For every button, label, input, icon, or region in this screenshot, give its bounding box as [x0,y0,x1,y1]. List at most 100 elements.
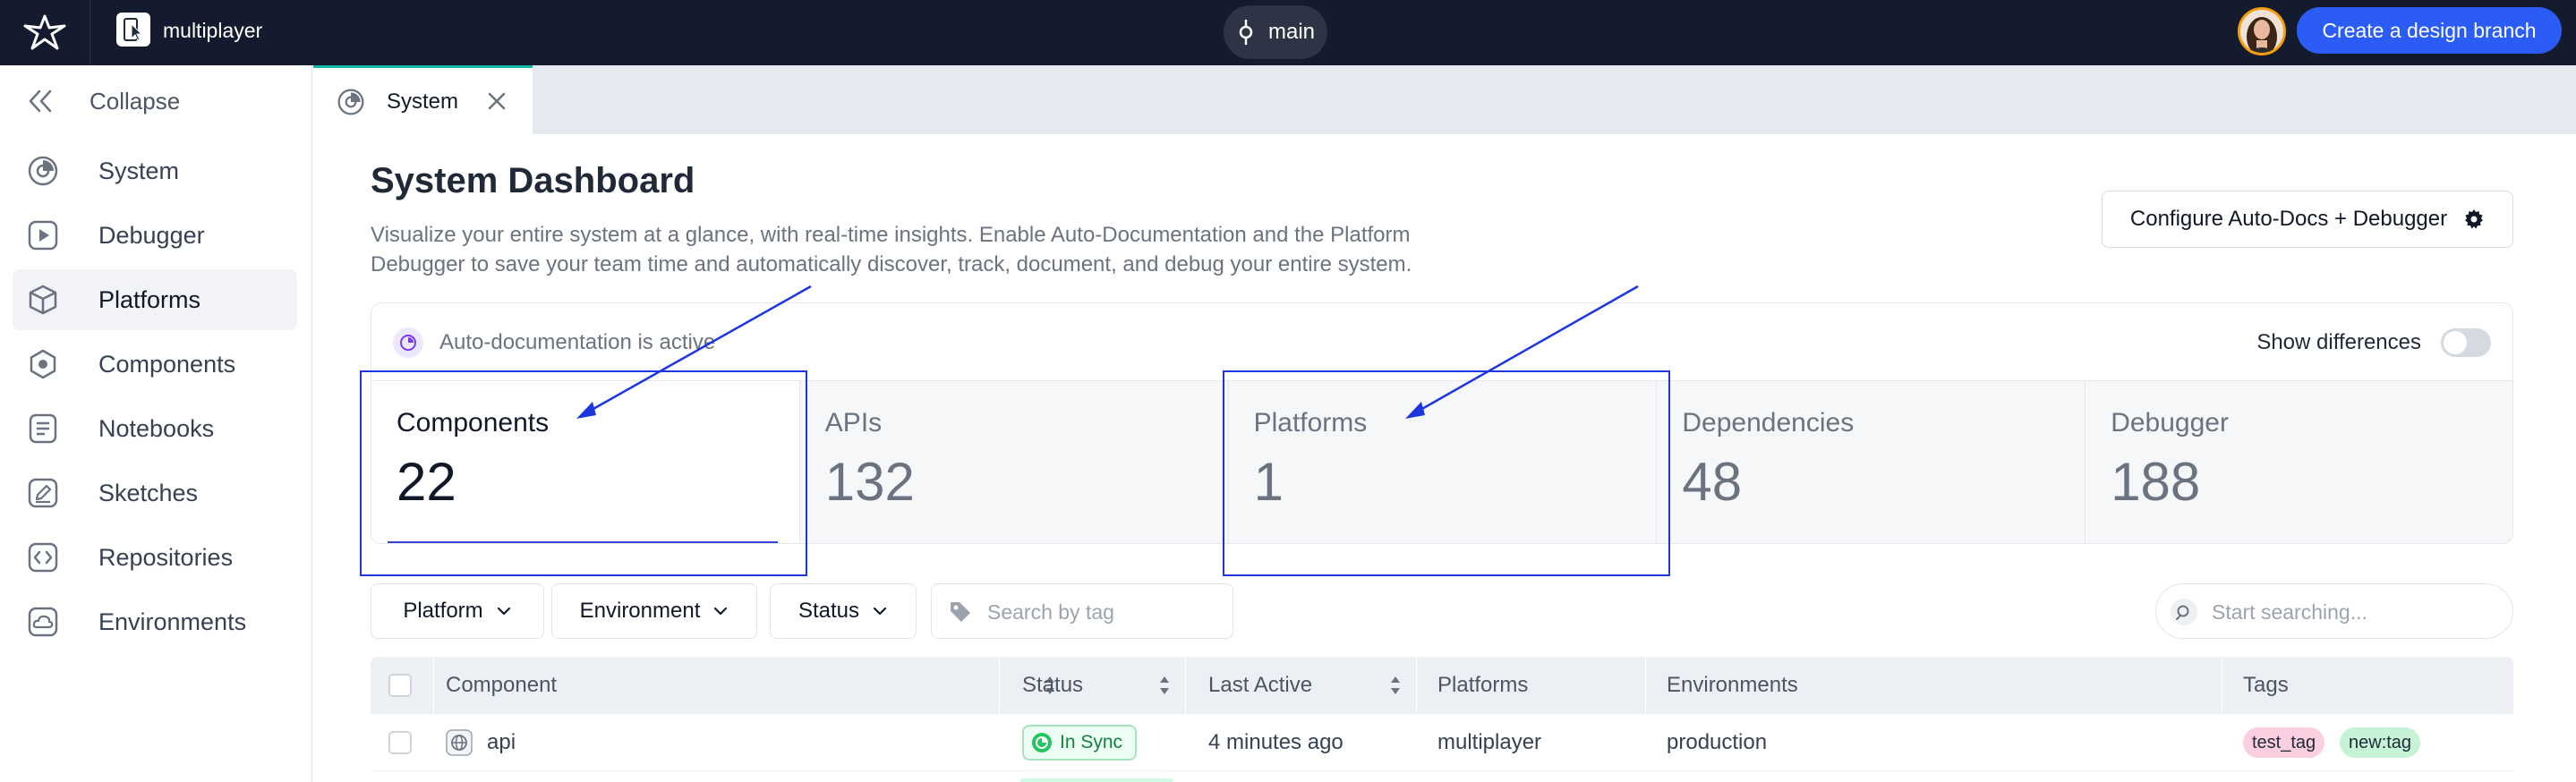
system-icon [27,155,59,187]
top-bar: multiplayer main Create a design branch [0,0,2576,65]
show-differences: Show differences [2256,327,2491,359]
app-logo-icon[interactable] [18,11,72,54]
sidebar: Collapse System Debugger Platforms Compo… [0,65,312,782]
sidebar-item-label: Platforms [98,285,201,313]
system-icon [337,88,365,116]
sidebar-item-label: System [98,157,180,184]
table-header: Component Status Last Active Platforms E… [371,657,2513,714]
config-button-label: Configure Auto-Docs + Debugger [2129,207,2448,231]
search-icon [2171,599,2197,625]
sidebar-item-repositories[interactable]: Repositories [13,527,297,588]
environment-filter-label: Environment [579,599,701,623]
column-header-label: Tags [2243,673,2289,697]
branch-selector[interactable]: main [1224,5,1327,59]
sidebar-item-environments[interactable]: Environments [13,591,297,652]
table-row[interactable]: api In Sync 4 minutes ago multiplayer pr… [371,714,2513,771]
configure-autodocs-debugger-button[interactable]: Configure Auto-Docs + Debugger [2102,191,2513,248]
chevron-down-icon [497,607,510,616]
column-header-component[interactable]: Component [446,657,1054,714]
stat-label: APIs [824,408,883,438]
column-header-platforms[interactable]: Platforms [1437,657,1528,714]
code-icon [27,541,59,574]
next-row-peek [1020,778,1173,782]
stat-apis[interactable]: APIs 132 [800,381,1229,543]
sidebar-item-debugger[interactable]: Debugger [13,205,297,266]
status-filter[interactable]: Status [770,583,917,639]
tag-pill[interactable]: test_tag [2243,727,2325,758]
search-box [2155,583,2513,639]
create-design-branch-button[interactable]: Create a design branch [2297,7,2562,54]
show-differences-toggle[interactable] [2441,328,2491,357]
sync-icon [1032,733,1052,752]
column-separator [1185,657,1186,714]
column-header-status[interactable]: Status [1022,657,1183,714]
autodoc-icon [393,327,423,358]
stat-label: Dependencies [1682,408,1855,438]
globe-icon [446,729,473,756]
sidebar-item-label: Components [98,350,236,378]
sidebar-item-label: Notebooks [98,414,215,442]
search-input[interactable] [2212,599,2498,625]
annotation-box-components [360,370,807,576]
status-filter-label: Status [798,599,860,623]
tag-icon [948,599,973,625]
sidebar-item-system[interactable]: System [13,140,297,201]
branch-icon [1239,20,1253,45]
annotation-box-platforms [1223,370,1670,576]
environment-filter[interactable]: Environment [551,583,757,639]
notebook-icon [27,412,59,445]
platform-filter-label: Platform [403,599,483,623]
close-icon[interactable] [483,88,510,115]
sidebar-item-notebooks[interactable]: Notebooks [13,398,297,459]
column-header-label: Component [446,673,558,697]
autodoc-status: Auto-documentation is active [393,327,715,359]
stat-debugger[interactable]: Debugger 188 [2086,381,2512,543]
pencil-icon [27,477,59,509]
stat-dependencies[interactable]: Dependencies 48 [1657,381,2086,543]
status-badge: In Sync [1022,725,1138,761]
stat-value: 188 [2111,452,2201,512]
column-separator [999,657,1000,714]
hexagon-icon [27,348,59,380]
column-header-environments[interactable]: Environments [1667,657,1798,714]
cloud-icon [27,606,59,638]
column-header-last-active[interactable]: Last Active [1208,657,1414,714]
stat-value: 48 [1682,452,1743,512]
tag-pill[interactable]: new:tag [2340,727,2421,758]
workspace-name[interactable]: multiplayer [163,18,262,43]
page-title: System Dashboard [371,161,695,200]
sidebar-item-sketches[interactable]: Sketches [13,463,297,523]
play-icon [27,219,59,251]
select-all-checkbox[interactable] [388,674,412,697]
stat-label: Debugger [2111,408,2229,438]
branch-label: main [1267,20,1316,44]
cell-component[interactable]: api [446,714,516,771]
sidebar-item-label: Repositories [98,543,234,571]
column-separator [433,657,434,714]
chevron-down-icon [873,607,887,616]
page-description: Visualize your entire system at a glance… [371,223,1412,276]
tab-system[interactable]: System [313,65,533,134]
sidebar-item-platforms[interactable]: Platforms [13,269,297,330]
user-avatar[interactable] [2238,7,2286,55]
cube-icon [27,284,59,316]
column-header-tags[interactable]: Tags [2243,657,2289,714]
column-header-label: Platforms [1437,673,1529,697]
platform-filter[interactable]: Platform [371,583,544,639]
sort-icon [1391,676,1400,694]
sidebar-item-label: Environments [98,608,247,635]
cell-last-active: 4 minutes ago [1208,730,1343,754]
cell-platforms: multiplayer [1437,730,1542,754]
stat-value: 132 [824,452,915,512]
collapse-button[interactable]: Collapse [27,83,180,119]
tag-search-input[interactable] [987,599,1220,625]
workspace-icon[interactable] [116,13,150,47]
column-separator [1416,657,1417,714]
show-differences-label: Show differences [2256,330,2421,354]
column-header-label: Status [1022,673,1084,697]
row-checkbox[interactable] [388,731,412,754]
column-separator [1645,657,1646,714]
collapse-label: Collapse [90,87,181,115]
sidebar-item-components[interactable]: Components [13,334,297,395]
gear-icon [2465,209,2484,229]
